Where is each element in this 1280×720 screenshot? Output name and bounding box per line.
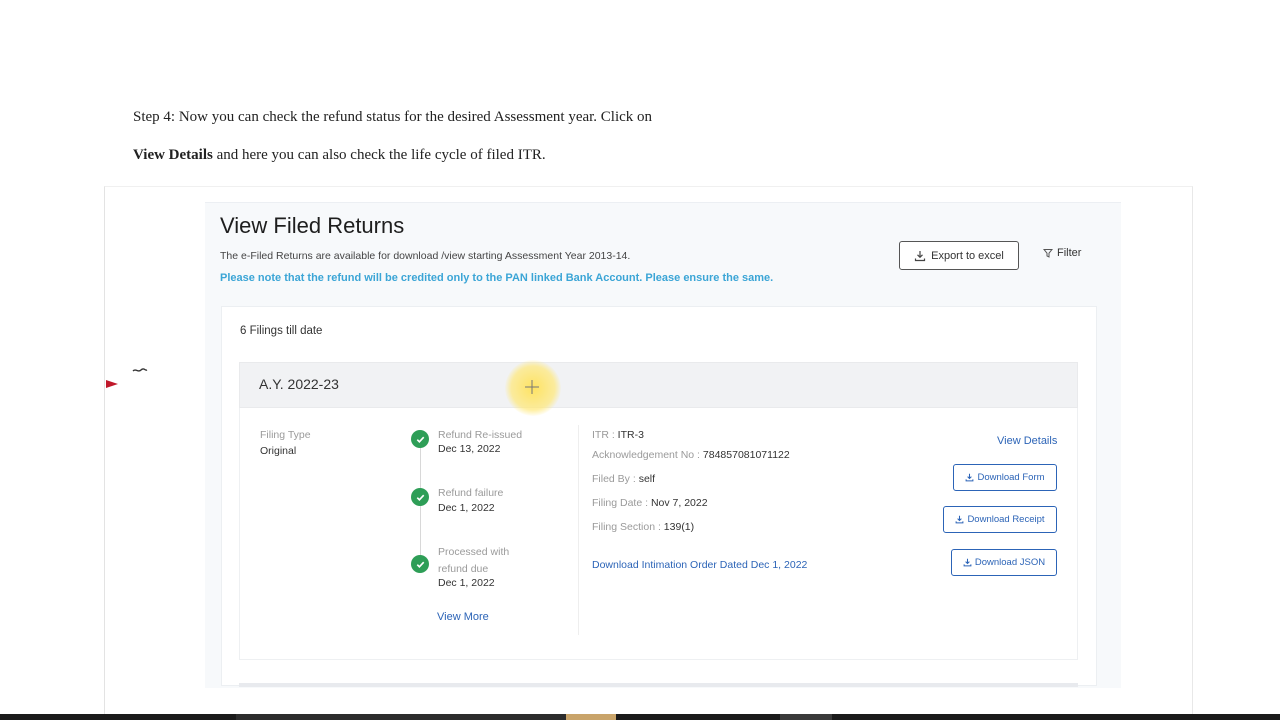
cursor-crosshair-icon bbox=[525, 380, 539, 394]
timeline-status: Refund failure bbox=[438, 487, 504, 499]
download-icon bbox=[966, 473, 974, 482]
instruction-step-4: Step 4: Now you can check the refund sta… bbox=[133, 109, 653, 125]
ack-value: 784857081071122 bbox=[702, 449, 790, 461]
filing-date-label: Filing Date : bbox=[592, 497, 649, 509]
filter-button[interactable]: Filter bbox=[1043, 247, 1081, 259]
check-circle-icon bbox=[411, 488, 429, 506]
filing-type-label: Filing Type bbox=[260, 429, 311, 441]
download-icon bbox=[956, 515, 964, 524]
download-receipt-button[interactable]: Download Receipt bbox=[943, 506, 1057, 533]
assessment-year-label: A.Y. 2022-23 bbox=[259, 376, 339, 392]
filter-icon bbox=[1043, 249, 1053, 258]
export-label: Export to excel bbox=[931, 249, 1004, 262]
taskbar-segment bbox=[780, 714, 832, 720]
next-filing-edge bbox=[239, 683, 1078, 687]
acknowledgement-row: Acknowledgement No : 784857081071122 bbox=[592, 449, 790, 461]
taskbar-segment bbox=[236, 714, 566, 720]
itr-value: ITR-3 bbox=[617, 429, 644, 441]
column-divider bbox=[578, 425, 579, 635]
red-arrow-icon bbox=[106, 380, 118, 388]
taskbar-strip bbox=[0, 714, 1280, 720]
instruction-view-details-bold: View Details bbox=[133, 147, 213, 163]
timeline-date: Dec 1, 2022 bbox=[438, 502, 495, 514]
itr-row: ITR : ITR-3 bbox=[592, 429, 644, 441]
filed-by-value: self bbox=[638, 473, 656, 485]
timeline-status: Refund Re-issued bbox=[438, 429, 523, 441]
view-more-link[interactable]: View More bbox=[437, 611, 489, 623]
filing-date-value: Nov 7, 2022 bbox=[650, 497, 708, 509]
download-form-button[interactable]: Download Form bbox=[953, 464, 1057, 491]
view-details-link[interactable]: View Details bbox=[997, 435, 1057, 447]
filing-section-value: 139(1) bbox=[663, 521, 695, 533]
filings-count: 6 Filings till date bbox=[240, 325, 323, 337]
download-json-label: Download JSON bbox=[974, 557, 1046, 568]
download-form-label: Download Form bbox=[977, 472, 1045, 483]
filing-detail-box bbox=[239, 408, 1078, 660]
download-json-button[interactable]: Download JSON bbox=[951, 549, 1057, 576]
download-intimation-link[interactable]: Download Intimation Order Dated Dec 1, 2… bbox=[592, 559, 807, 571]
filed-by-row: Filed By : self bbox=[592, 473, 655, 485]
download-icon bbox=[963, 558, 972, 567]
refund-note: Please note that the refund will be cred… bbox=[220, 272, 774, 284]
scribble-mark bbox=[132, 368, 148, 372]
assessment-year-header[interactable] bbox=[239, 362, 1078, 408]
check-circle-icon bbox=[411, 430, 429, 448]
timeline-date: Dec 13, 2022 bbox=[438, 443, 501, 455]
itr-label: ITR : bbox=[592, 429, 615, 441]
check-circle-icon bbox=[411, 555, 429, 573]
download-icon bbox=[915, 250, 926, 261]
page-subtitle: The e-Filed Returns are available for do… bbox=[220, 250, 631, 262]
filing-section-label: Filing Section : bbox=[592, 521, 661, 533]
filing-type-value: Original bbox=[260, 445, 297, 457]
download-receipt-label: Download Receipt bbox=[967, 514, 1045, 525]
export-to-excel-button[interactable]: Export to excel bbox=[899, 241, 1019, 270]
filter-label: Filter bbox=[1057, 247, 1082, 259]
filed-by-label: Filed By : bbox=[592, 473, 636, 485]
page-title: View Filed Returns bbox=[220, 213, 405, 238]
taskbar-segment-active bbox=[566, 714, 616, 720]
ack-label: Acknowledgement No : bbox=[592, 449, 700, 461]
filing-date-row: Filing Date : Nov 7, 2022 bbox=[592, 497, 708, 509]
filing-section-row: Filing Section : 139(1) bbox=[592, 521, 694, 533]
instruction-line2-rest: and here you can also check the life cyc… bbox=[212, 147, 546, 163]
timeline-status: Processed with refund due bbox=[438, 546, 510, 575]
instruction-view-details-line: View Details and here you can also check… bbox=[133, 147, 546, 164]
timeline-date: Dec 1, 2022 bbox=[438, 577, 495, 589]
